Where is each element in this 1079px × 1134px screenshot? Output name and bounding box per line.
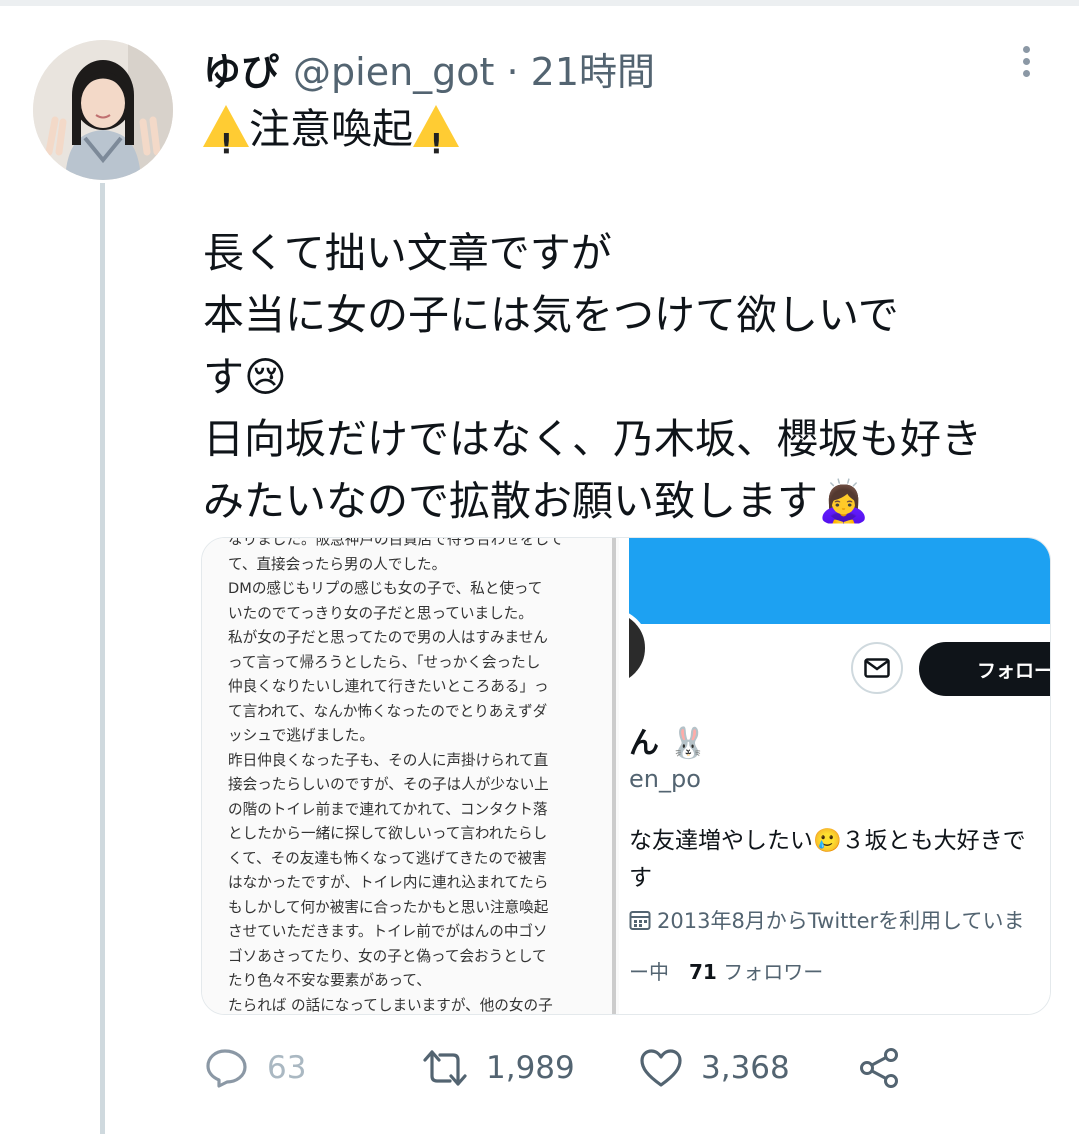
like-count: 3,368 [701, 1050, 790, 1086]
top-divider [0, 0, 1079, 6]
retweet-button[interactable]: 1,989 [422, 1046, 575, 1090]
reply-count: 63 [267, 1050, 307, 1086]
display-name[interactable]: ゆぴ [203, 41, 279, 96]
envelope-icon [864, 658, 890, 678]
reply-icon [206, 1049, 247, 1088]
warning-icon [203, 105, 249, 175]
document-scrollbar [612, 538, 616, 1014]
tweet-header: ゆぴ @pien_got · 21時間 [203, 41, 655, 96]
retweet-count: 1,989 [486, 1050, 575, 1086]
tweet-media[interactable]: なりました。阪急神戸の百貨店で待ち合わせをして て、直接会ったら男の人でした。 … [201, 537, 1051, 1015]
profile-handle: en_po [629, 765, 701, 793]
tweet-text: 注意喚起 長くて拙い文章ですが 本当に女の子には気をつけて欲しいで す😢 日向坂… [203, 98, 1053, 532]
avatar-photo-icon [33, 40, 173, 180]
followers-label[interactable]: フォロワー [723, 960, 823, 984]
tweet-body: 長くて拙い文章ですが 本当に女の子には気をつけて欲しいで す😢 日向坂だけではな… [203, 229, 982, 525]
profile-joined: 2013年8月からTwitterを利用していま [629, 905, 1025, 935]
more-options-icon[interactable] [1016, 46, 1036, 82]
calendar-icon [629, 911, 651, 930]
profile-name-text: ん [629, 726, 659, 761]
rabbit-icon: 🐰 [669, 726, 707, 761]
like-button[interactable]: 3,368 [639, 1046, 790, 1090]
tweet-actions: 63 1,989 3,368 [205, 1046, 905, 1090]
document-text: なりました。阪急神戸の百貨店で待ち合わせをして て、直接会ったら男の人でした。 … [228, 538, 564, 1014]
handle-and-time[interactable]: @pien_got · 21時間 [293, 41, 655, 96]
message-button[interactable] [851, 642, 903, 694]
avatar[interactable] [33, 40, 173, 180]
warning-icon [413, 105, 459, 175]
following-label[interactable]: ー中 [629, 960, 669, 984]
profile-bio-line1: な友達増やしたい🥲３坂とも大好きで [629, 828, 1026, 854]
heart-icon [640, 1049, 682, 1087]
profile-stats: ー中 71 フォロワー [629, 956, 823, 985]
retweet-icon [423, 1050, 467, 1086]
followers-count[interactable]: 71 [689, 960, 717, 984]
follow-button[interactable]: フォロー [919, 642, 1050, 696]
thread-line [100, 183, 105, 1134]
document-screenshot[interactable]: なりました。阪急神戸の百貨店で待ち合わせをして て、直接会ったら男の人でした。 … [202, 538, 619, 1014]
reply-button[interactable]: 63 [205, 1046, 306, 1090]
profile-screenshot[interactable]: フォロー ん 🐰 en_po な友達増やしたい🥲３坂とも大好きで す 2013年… [629, 538, 1050, 1014]
profile-joined-text: 2013年8月からTwitterを利用していま [657, 909, 1025, 933]
media-gap [619, 538, 629, 1014]
profile-banner [629, 538, 1050, 624]
share-icon [860, 1048, 898, 1088]
profile-bio-line2: す [629, 865, 652, 891]
share-button[interactable] [858, 1046, 920, 1090]
tweet-title-text: 注意喚起 [249, 105, 413, 153]
profile-name: ん 🐰 [629, 718, 707, 762]
